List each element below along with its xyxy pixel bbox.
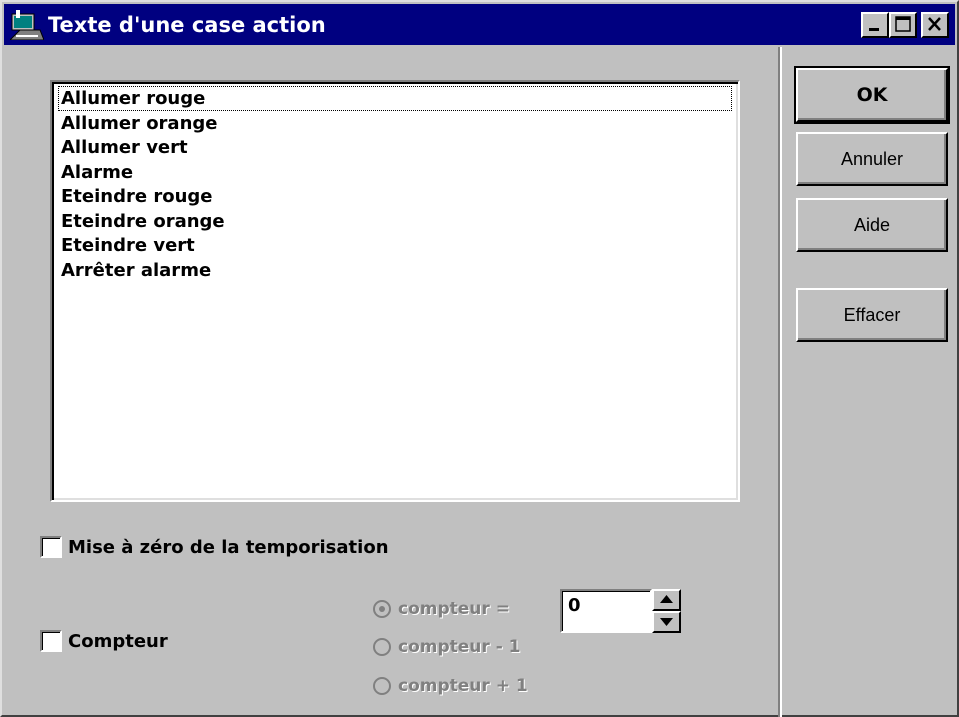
maximize-button[interactable] [889,12,917,38]
list-item[interactable]: Eteindre rouge [58,184,732,209]
actions-listbox[interactable]: Allumer rouge Allumer orange Allumer ver… [50,80,740,502]
radio-counter-minus[interactable]: compteur - 1 [372,637,521,657]
counter-option[interactable]: Compteur [40,630,168,652]
radio-counter-plus[interactable]: compteur + 1 [372,676,528,696]
radio-counter-equals-label: compteur = [398,599,510,619]
radio-counter-equals[interactable]: compteur = [372,599,510,619]
timer-reset-checkbox[interactable] [40,536,62,558]
counter-spinner[interactable]: 0 [560,589,681,633]
ok-button[interactable]: OK [794,66,950,124]
app-window-icon [10,10,44,40]
counter-label: Compteur [68,630,168,652]
cancel-button[interactable]: Annuler [796,132,948,186]
minimize-icon [869,28,879,31]
list-item[interactable]: Alarme [58,160,732,185]
help-button[interactable]: Aide [796,198,948,252]
list-item[interactable]: Allumer orange [58,111,732,136]
window-title: Texte d'une case action [48,13,326,37]
arrow-up-icon [660,595,673,603]
maximize-icon [895,16,911,32]
counter-checkbox[interactable] [40,630,62,652]
close-button[interactable] [921,12,949,38]
spin-up-button[interactable] [652,589,681,611]
close-icon [928,17,941,31]
list-item[interactable]: Eteindre vert [58,233,732,258]
radio-selected-icon [373,600,391,618]
list-item[interactable]: Eteindre orange [58,209,732,234]
timer-reset-option[interactable]: Mise à zéro de la temporisation [40,536,389,558]
minimize-button[interactable] [861,12,889,38]
counter-value-field[interactable]: 0 [560,589,652,633]
radio-counter-minus-label: compteur - 1 [398,637,521,657]
radio-empty-icon [373,677,391,695]
clear-button[interactable]: Effacer [796,288,948,342]
radio-counter-plus-label: compteur + 1 [398,676,528,696]
list-item[interactable]: Allumer rouge [58,86,732,111]
arrow-down-icon [660,618,673,626]
dialog-window: Texte d'une case action Allumer rouge Al… [0,0,959,717]
spin-down-button[interactable] [652,611,681,633]
list-item[interactable]: Allumer vert [58,135,732,160]
radio-empty-icon [373,638,391,656]
list-item[interactable]: Arrêter alarme [58,258,732,283]
title-bar[interactable]: Texte d'une case action [4,4,955,45]
timer-reset-label: Mise à zéro de la temporisation [68,536,389,558]
